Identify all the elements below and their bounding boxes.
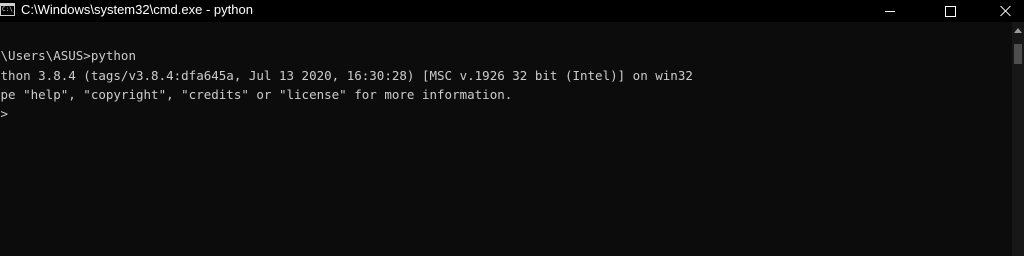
minimize-icon: [885, 10, 895, 12]
title-bar[interactable]: C:\_ C:\Windows\system32\cmd.exe - pytho…: [0, 0, 1024, 22]
console-line-prompt: >>: [0, 106, 9, 121]
maximize-icon: [944, 5, 956, 17]
console-line-help: ype "help", "copyright", "credits" or "l…: [0, 87, 513, 102]
maximize-button[interactable]: [927, 0, 973, 22]
vertical-scrollbar[interactable]: [1012, 22, 1024, 256]
cmd-console-icon[interactable]: C:\_: [0, 3, 15, 16]
window-title: C:\Windows\system32\cmd.exe - python: [21, 2, 253, 17]
scroll-up-arrow-icon[interactable]: [1014, 28, 1022, 33]
console-output[interactable]: :\Users\ASUS>python ython 3.8.4 (tags/v3…: [0, 46, 1012, 256]
console-window: C:\_ C:\Windows\system32\cmd.exe - pytho…: [0, 0, 1024, 256]
scrollbar-thumb[interactable]: [1014, 44, 1022, 64]
close-icon: [1000, 5, 1012, 17]
console-line-version: ython 3.8.4 (tags/v3.8.4:dfa645a, Jul 13…: [0, 68, 693, 83]
minimize-button[interactable]: [867, 0, 913, 22]
close-button[interactable]: [983, 0, 1024, 22]
icon-prompt-text: C:\_: [2, 6, 14, 13]
console-line-command: :\Users\ASUS>python: [0, 48, 136, 63]
